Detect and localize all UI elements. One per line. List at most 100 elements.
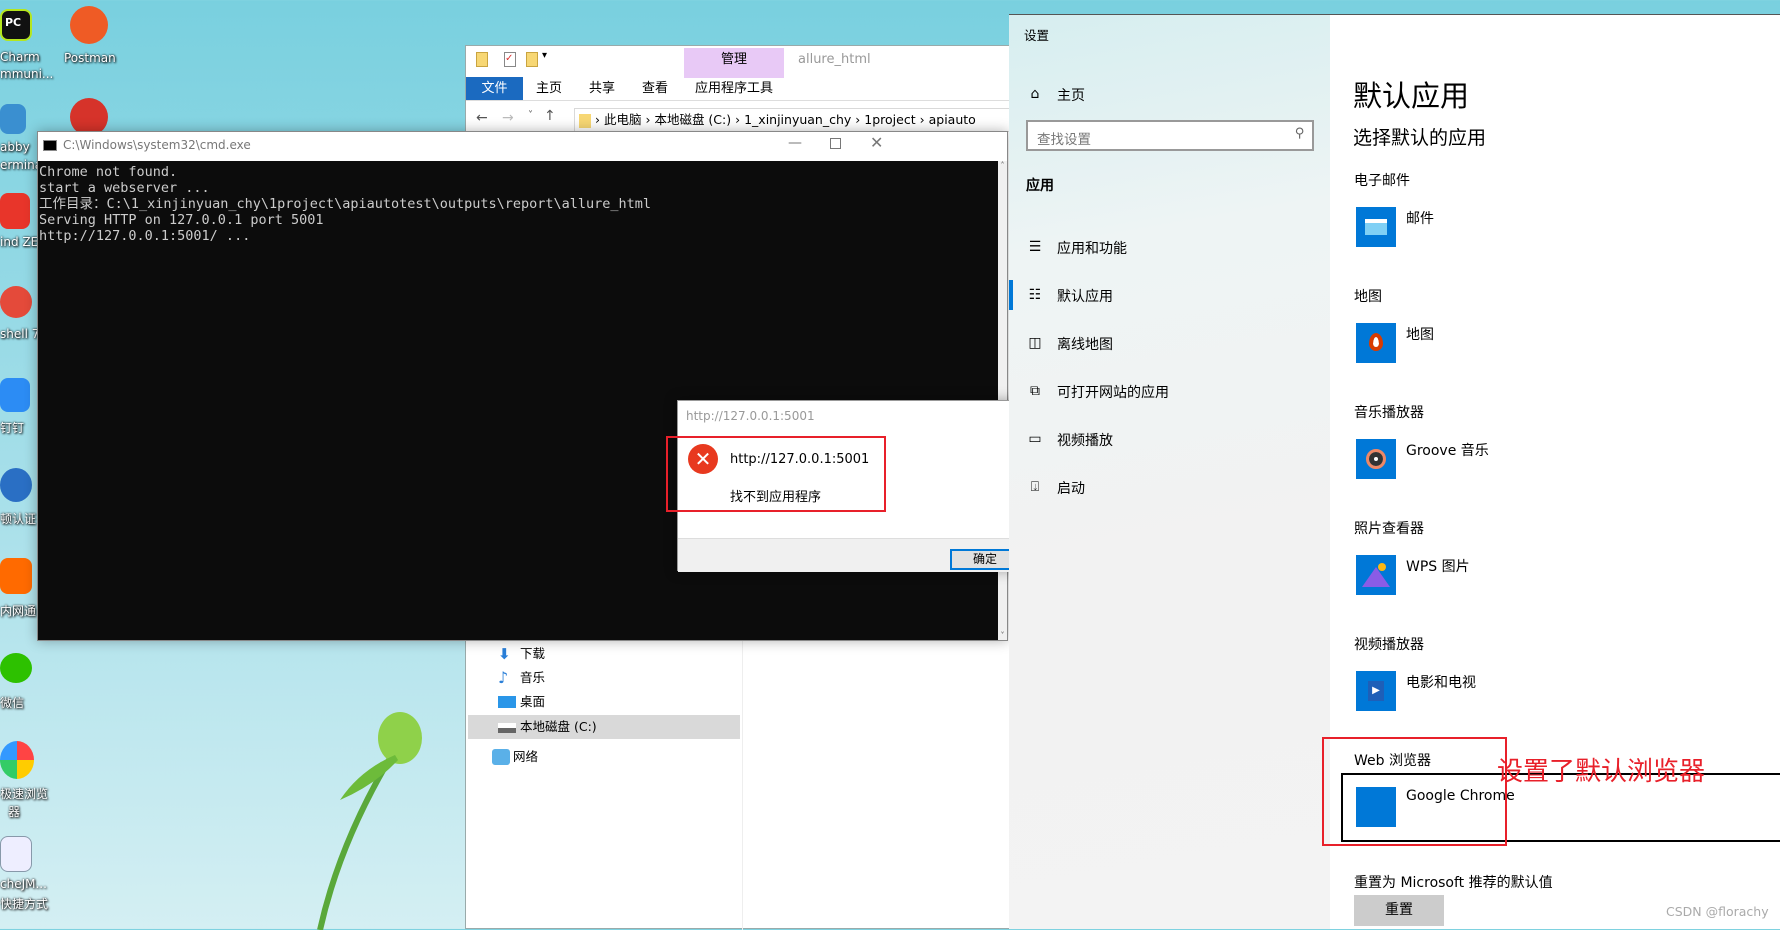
groove-icon bbox=[1366, 449, 1386, 469]
breadcrumb-item[interactable]: 1project bbox=[864, 112, 915, 127]
nav-item-network[interactable]: 网络 bbox=[468, 746, 740, 768]
open-website-icon: ⧉ bbox=[1030, 383, 1040, 399]
watermark: CSDN @florachy bbox=[1666, 904, 1769, 919]
terminal-line: Serving HTTP on 127.0.0.1 port 5001 bbox=[39, 212, 324, 228]
maximize-button[interactable] bbox=[830, 138, 841, 149]
nav-home[interactable]: ⌂ 主页 bbox=[1009, 74, 1330, 114]
movies-tv-app-tile[interactable]: ▶ bbox=[1356, 671, 1396, 711]
auth-client-icon[interactable] bbox=[0, 468, 32, 502]
drive-icon bbox=[498, 723, 516, 733]
dingtalk-icon[interactable] bbox=[0, 378, 30, 412]
app-name[interactable]: 电影和电视 bbox=[1406, 672, 1476, 692]
window-title: 设置 bbox=[1024, 28, 1050, 43]
desktop-label: 微信 bbox=[0, 696, 25, 710]
nav-label: 应用和功能 bbox=[1057, 241, 1127, 257]
customize-toolbar-icon[interactable]: ▾ bbox=[542, 50, 547, 61]
minimize-button[interactable]: — bbox=[788, 135, 802, 151]
nav-offline-maps[interactable]: ◫ 离线地图 bbox=[1009, 323, 1330, 363]
nav-item-local-disk[interactable]: 本地磁盘 (C:) bbox=[468, 715, 740, 739]
terminal-line: start a webserver ... bbox=[39, 180, 210, 196]
section-heading: 音乐播放器 bbox=[1354, 405, 1424, 421]
desktop-label: Charm bbox=[0, 50, 40, 64]
nav-label: 默认应用 bbox=[1057, 289, 1113, 305]
desktop-icon bbox=[498, 696, 516, 708]
search-input[interactable]: 查找设置 ⚲ bbox=[1026, 120, 1314, 151]
home-icon: ⌂ bbox=[1030, 86, 1040, 102]
nav-label: 可打开网站的应用 bbox=[1057, 385, 1169, 401]
nav-item-desktop[interactable]: 桌面 bbox=[468, 691, 740, 713]
wechat-icon[interactable] bbox=[0, 653, 32, 683]
app-name[interactable]: WPS 图片 bbox=[1406, 556, 1470, 576]
breadcrumb-item[interactable]: 本地磁盘 (C:) bbox=[654, 112, 731, 127]
mail-icon bbox=[1365, 219, 1387, 235]
breadcrumb-item[interactable]: apiauto bbox=[929, 112, 976, 127]
reset-button[interactable]: 重置 bbox=[1354, 895, 1444, 926]
tab-home[interactable]: 主页 bbox=[523, 77, 575, 100]
nav-item-music[interactable]: ♪ 音乐 bbox=[468, 667, 740, 689]
tab-manage[interactable]: 管理 bbox=[684, 48, 784, 78]
startup-icon: ⍗ bbox=[1030, 479, 1040, 495]
cmd-icon bbox=[43, 140, 57, 151]
section-heading: 照片查看器 bbox=[1354, 521, 1424, 537]
up-icon[interactable]: ↑ bbox=[544, 108, 556, 124]
pycharm-icon[interactable]: PC bbox=[0, 9, 32, 41]
tab-file[interactable]: 文件 bbox=[466, 77, 523, 100]
nav-startup[interactable]: ⍗ 启动 bbox=[1009, 467, 1330, 507]
breadcrumb-item[interactable]: 1_xinjinyuan_chy bbox=[744, 112, 851, 127]
xmind-icon[interactable] bbox=[0, 193, 30, 229]
tabby-icon[interactable] bbox=[0, 104, 26, 134]
apps-list-icon: ☰ bbox=[1028, 239, 1042, 255]
java-icon[interactable] bbox=[0, 836, 32, 872]
address-bar[interactable]: › 此电脑 › 本地磁盘 (C:) › 1_xinjinyuan_chy › 1… bbox=[574, 108, 1034, 132]
tab-app-tools[interactable]: 应用程序工具 bbox=[684, 77, 784, 100]
desktop-label: 极速浏览 bbox=[0, 787, 49, 801]
play-icon: ▶ bbox=[1368, 681, 1384, 701]
terminal-line: http://127.0.0.1:5001/ ... bbox=[39, 228, 251, 244]
postman-icon[interactable] bbox=[70, 6, 108, 44]
nav-video-playback[interactable]: ▭ 视频播放 bbox=[1009, 419, 1330, 459]
desktop-label: 器 bbox=[8, 805, 21, 819]
settings-sidebar: 设置 ⌂ 主页 查找设置 ⚲ 应用 ☰ 应用和功能 ☷ 默认应用 ◫ 离线地图 ⧉ 可打开… bbox=[1009, 15, 1330, 929]
annotation-box bbox=[666, 436, 886, 512]
neiwangtong-icon[interactable] bbox=[0, 558, 32, 594]
video-icon: ▭ bbox=[1028, 431, 1042, 447]
search-icon[interactable]: ⚲ bbox=[1295, 126, 1305, 141]
groove-app-tile[interactable] bbox=[1356, 439, 1396, 479]
offline-map-icon: ◫ bbox=[1028, 335, 1042, 351]
nav-apps-for-websites[interactable]: ⧉ 可打开网站的应用 bbox=[1009, 371, 1330, 411]
app-name[interactable]: Groove 音乐 bbox=[1406, 440, 1489, 460]
back-icon[interactable]: ← bbox=[476, 110, 488, 126]
folder-icon bbox=[476, 52, 488, 67]
mail-app-tile[interactable] bbox=[1356, 207, 1396, 247]
dialog-title: http://127.0.0.1:5001 bbox=[686, 409, 815, 423]
nav-item-downloads[interactable]: ⬇ 下载 bbox=[468, 643, 740, 665]
new-folder-icon[interactable] bbox=[526, 52, 538, 67]
maps-app-tile[interactable] bbox=[1356, 323, 1396, 363]
nav-apps-features[interactable]: ☰ 应用和功能 bbox=[1009, 227, 1330, 267]
download-icon: ⬇ bbox=[498, 645, 511, 663]
window-title: allure_html bbox=[798, 52, 871, 67]
wps-photos-icon bbox=[1362, 567, 1390, 587]
app-name[interactable]: 地图 bbox=[1406, 324, 1434, 344]
app-name[interactable]: 邮件 bbox=[1406, 208, 1434, 228]
tab-view[interactable]: 查看 bbox=[629, 77, 681, 100]
desktop-label: shell 7 bbox=[0, 327, 40, 341]
terminal-line: 工作目录：C:\1_xinjinyuan_chy\1project\apiaut… bbox=[39, 196, 652, 212]
desktop-label: ind ZE bbox=[0, 235, 39, 249]
scroll-down-icon[interactable]: ˅ bbox=[998, 631, 1007, 640]
tab-share[interactable]: 共享 bbox=[576, 77, 628, 100]
breadcrumb-item[interactable]: 此电脑 bbox=[604, 112, 642, 127]
plant-decoration bbox=[317, 712, 422, 930]
xshell-icon[interactable] bbox=[0, 286, 32, 318]
nav-default-apps[interactable]: ☷ 默认应用 bbox=[1009, 275, 1330, 315]
annotation-text: 设置了默认浏览器 bbox=[1497, 757, 1706, 787]
scroll-up-icon[interactable]: ˄ bbox=[998, 161, 1007, 170]
properties-icon[interactable]: ✓ bbox=[504, 52, 516, 67]
recent-dropdown-icon[interactable]: ˅ bbox=[528, 110, 533, 121]
close-button[interactable]: ✕ bbox=[870, 133, 883, 152]
group-heading: 应用 bbox=[1026, 178, 1054, 194]
browser-icon[interactable] bbox=[0, 741, 34, 779]
forward-icon[interactable]: → bbox=[502, 110, 514, 126]
desktop-label: cheJM... bbox=[0, 877, 47, 891]
wps-photos-app-tile[interactable] bbox=[1356, 555, 1396, 595]
